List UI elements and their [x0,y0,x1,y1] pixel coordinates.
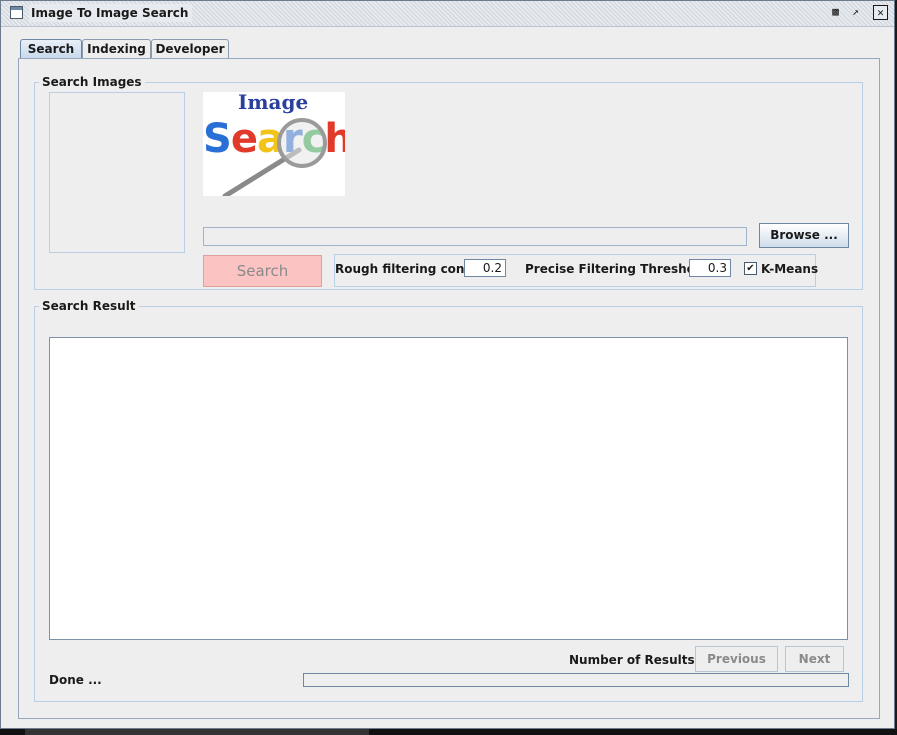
image-search-logo: Image Search [203,92,345,196]
window-title: Image To Image Search [29,4,193,22]
previous-button[interactable]: Previous [695,646,778,672]
image-search-logo-graphic: Image Search [203,92,345,196]
window-icon [10,6,23,19]
rough-filtering-label: Rough filtering const [335,262,478,276]
results-display-area[interactable] [49,337,848,640]
minimize-icon[interactable]: ▩ [828,5,843,20]
browse-button[interactable]: Browse ... [759,223,849,248]
kmeans-label[interactable]: K-Means [761,262,818,276]
taskbar-segment [25,729,369,735]
search-button[interactable]: Search [203,255,322,287]
query-image-preview [49,92,185,253]
precise-threshold-input[interactable]: 0.3 [689,259,731,277]
tab-developer[interactable]: Developer [151,39,229,58]
status-text: Done ... [49,673,102,687]
search-images-title: Search Images [39,75,145,89]
close-icon[interactable]: ✕ [873,5,888,20]
logo-line1: Image [238,92,308,114]
title-bar[interactable]: Image To Image Search ▩ ↗ ✕ [1,1,894,27]
progress-bar [303,673,849,687]
image-path-field[interactable] [203,227,747,246]
next-button[interactable]: Next [785,646,844,672]
tab-indexing[interactable]: Indexing [82,39,151,58]
rough-filtering-input[interactable]: 0.2 [464,259,506,277]
app-window: Image To Image Search ▩ ↗ ✕ Search Index… [0,0,895,729]
tab-search[interactable]: Search [20,39,82,59]
kmeans-checkbox[interactable]: ✔ [744,262,757,275]
search-result-title: Search Result [39,299,139,313]
precise-threshold-label: Precise Filtering Threshold [525,262,708,276]
maximize-icon[interactable]: ↗ [848,5,863,20]
